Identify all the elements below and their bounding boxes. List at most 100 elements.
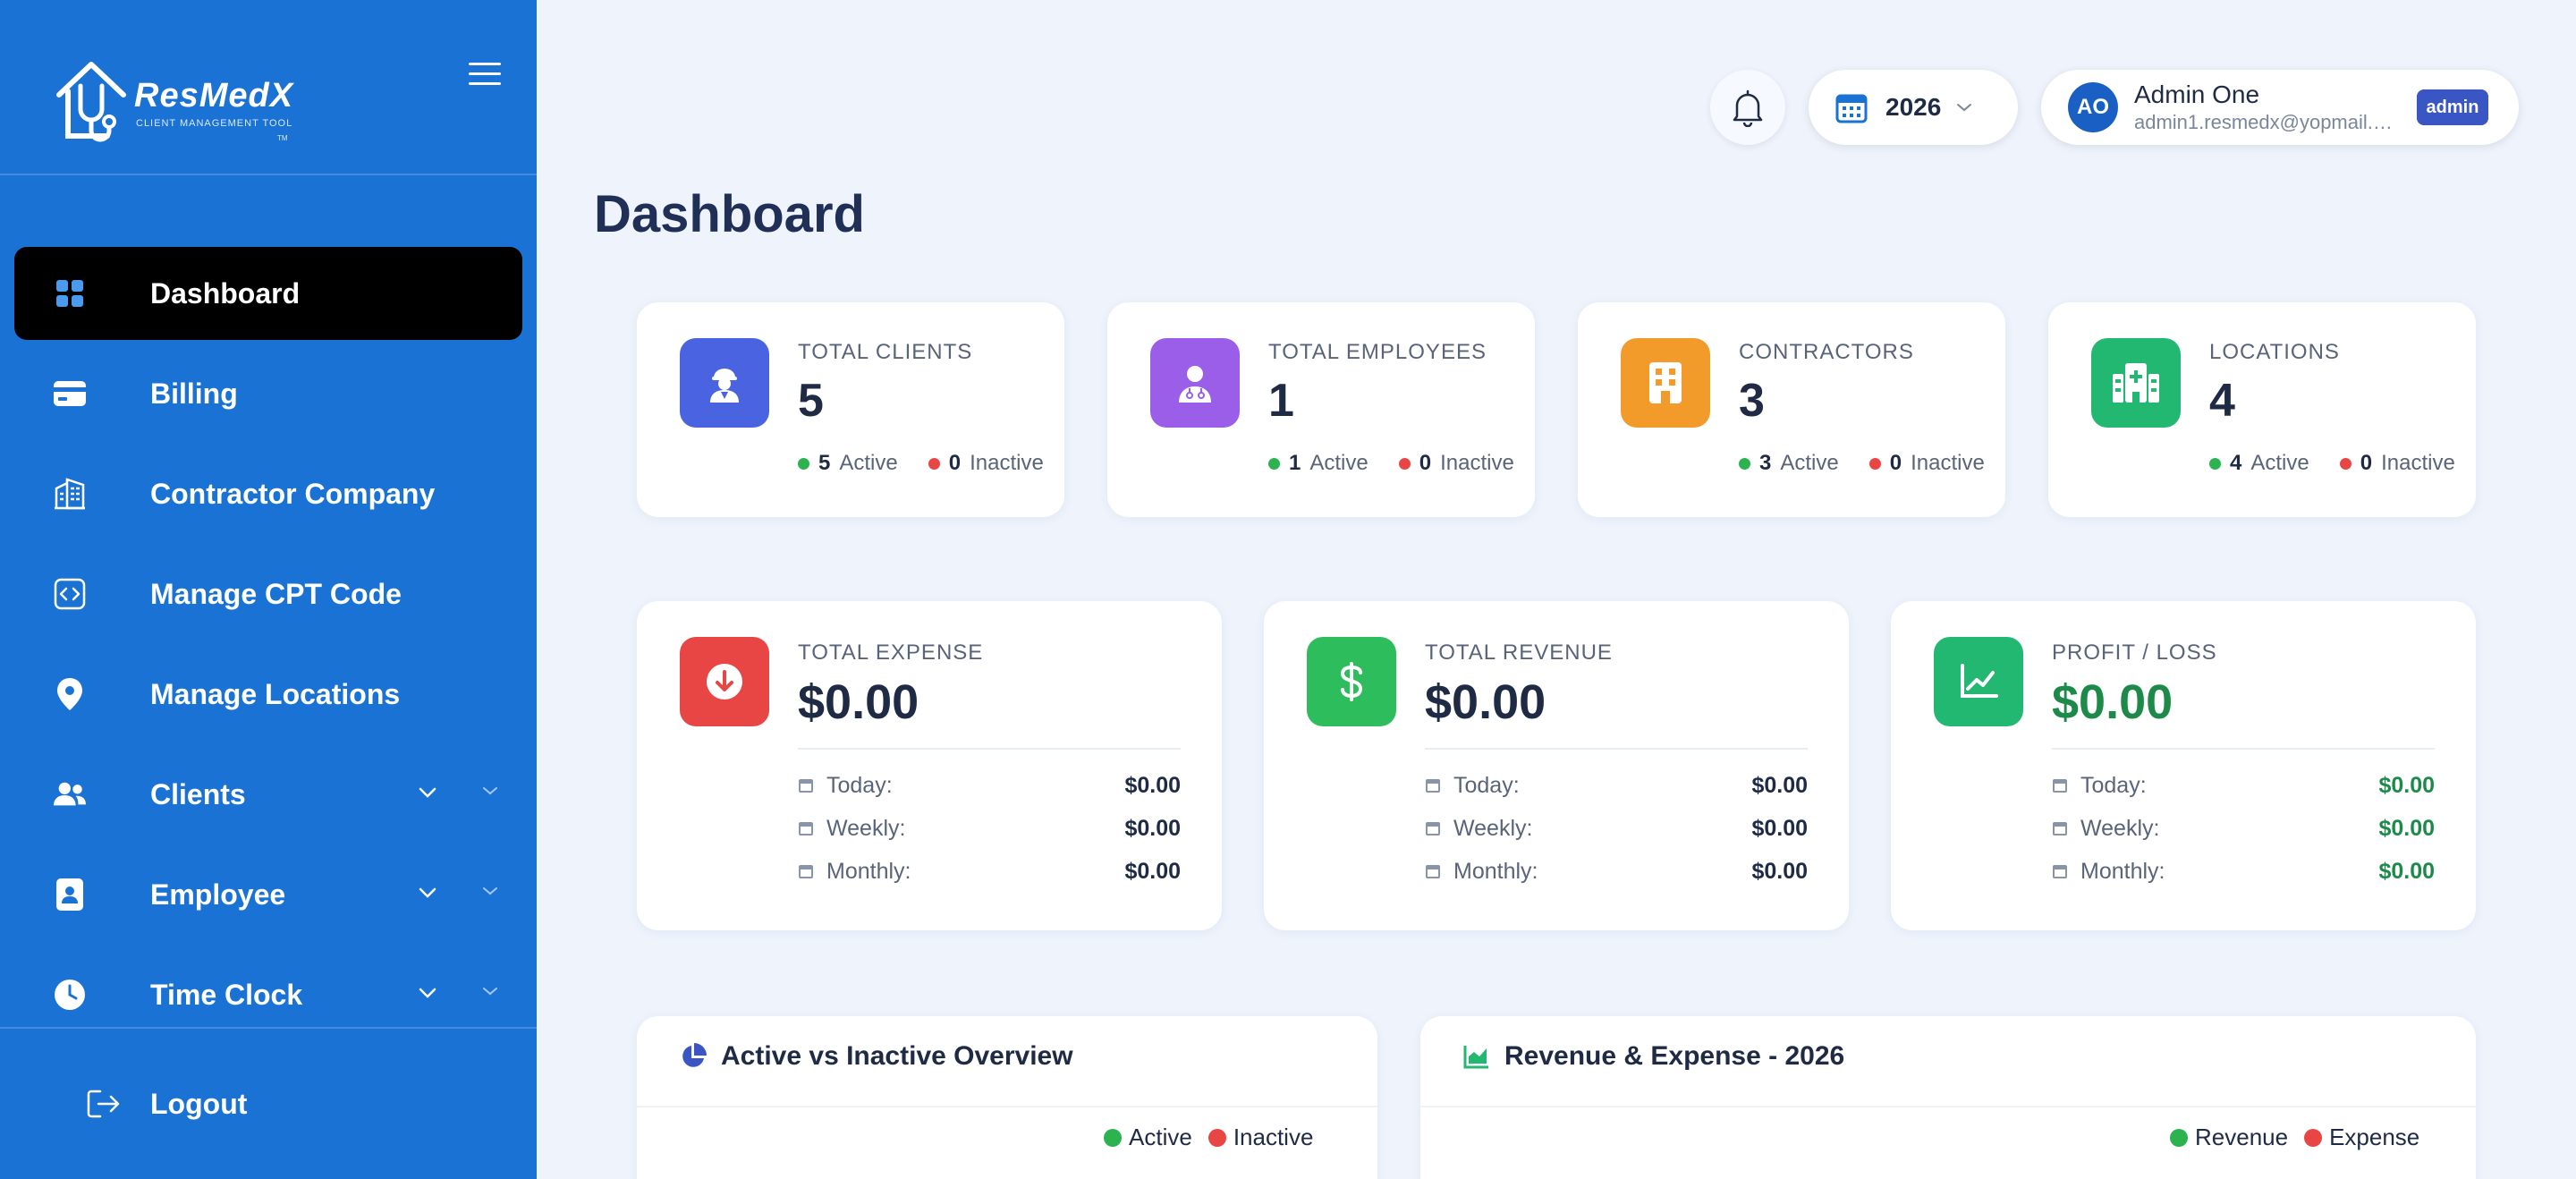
divider xyxy=(637,1106,1377,1107)
calendar-icon xyxy=(1426,822,1440,835)
finance-title: TOTAL REVENUE xyxy=(1425,640,1613,665)
row-label: Monthly: xyxy=(1453,858,1538,884)
finance-row-today: Today: $0.00 xyxy=(1425,768,1808,803)
row-amount: $0.00 xyxy=(1751,815,1808,841)
user-menu[interactable]: AO Admin One admin1.resmedx@yopmail.com … xyxy=(2041,70,2519,145)
menu-toggle-icon[interactable] xyxy=(469,63,501,88)
year-value: 2026 xyxy=(1885,93,1942,121)
calendar-icon xyxy=(799,779,813,793)
notifications-button[interactable] xyxy=(1710,70,1785,145)
inactive-count: 0 xyxy=(1419,451,1432,475)
calendar-icon xyxy=(799,865,813,878)
trademark-mark: TM xyxy=(277,134,288,142)
panel-title: Revenue & Expense - 2026 xyxy=(1504,1041,1845,1071)
divider xyxy=(2052,748,2435,750)
brand-name: ResMedX xyxy=(134,77,294,115)
finance-row-weekly: Weekly: $0.00 xyxy=(2052,810,2435,846)
legend-active-dot xyxy=(1104,1128,1122,1147)
finance-row-monthly: Monthly: $0.00 xyxy=(2052,853,2435,889)
profit-loss-card: PROFIT / LOSS $0.00 Today: $0.00 Weekly: $… xyxy=(1891,601,2476,930)
panel-header: Active vs Inactive Overview xyxy=(680,1041,1073,1072)
row-label: Today: xyxy=(2080,772,2147,798)
sidebar-item-billing[interactable]: Billing xyxy=(14,347,522,440)
building-icon xyxy=(1621,338,1710,428)
sidebar-item-clients[interactable]: Clients xyxy=(14,748,522,841)
sidebar-divider xyxy=(0,174,537,175)
logout-button[interactable]: Logout xyxy=(86,1079,444,1129)
row-amount: $0.00 xyxy=(1751,772,1808,798)
pie-chart-icon xyxy=(682,1043,707,1067)
row-label: Today: xyxy=(1453,772,1520,798)
stat-title: CONTRACTORS xyxy=(1739,340,1914,364)
divider xyxy=(1425,748,1808,750)
row-label: Weekly: xyxy=(2080,815,2160,841)
total-revenue-card: TOTAL REVENUE $0.00 Today: $0.00 Weekly: $… xyxy=(1264,601,1849,930)
role-badge: admin xyxy=(2417,89,2488,125)
active-dot xyxy=(798,457,809,470)
sidebar-item-employee[interactable]: Employee xyxy=(14,848,522,941)
active-label: Active xyxy=(839,451,898,475)
sidebar-item-manage-locations[interactable]: Manage Locations xyxy=(14,648,522,741)
stat-title: LOCATIONS xyxy=(2209,340,2340,364)
app-logo[interactable]: ResMedX CLIENT MANAGEMENT TOOL TM xyxy=(54,59,295,148)
revenue-expense-panel: Revenue & Expense - 2026 Revenue Expense xyxy=(1420,1016,2476,1179)
user-email: admin1.resmedx@yopmail.com xyxy=(2134,111,2394,133)
finance-value: $0.00 xyxy=(798,675,919,729)
total-clients-card: TOTAL CLIENTS 5 5 Active 0 Inactive xyxy=(637,302,1064,517)
row-label: Monthly: xyxy=(2080,858,2165,884)
contractors-card: CONTRACTORS 3 3 Active 0 Inactive xyxy=(1578,302,2005,517)
inactive-count: 0 xyxy=(2360,451,2373,475)
row-label: Weekly: xyxy=(1453,815,1533,841)
id-badge-icon xyxy=(54,878,86,911)
sidebar-item-contractor-company[interactable]: Contractor Company xyxy=(14,447,522,540)
panel-header: Revenue & Expense - 2026 xyxy=(1463,1041,1844,1072)
location-pin-icon xyxy=(54,678,86,710)
panel-title: Active vs Inactive Overview xyxy=(721,1041,1073,1071)
finance-title: PROFIT / LOSS xyxy=(2052,640,2217,665)
stat-title: TOTAL CLIENTS xyxy=(798,340,973,364)
finance-value: $0.00 xyxy=(1425,675,1546,729)
inactive-dot xyxy=(2339,457,2351,470)
row-label: Monthly: xyxy=(826,858,911,884)
calendar-icon xyxy=(799,822,813,835)
page-title: Dashboard xyxy=(594,185,865,243)
row-label: Weekly: xyxy=(826,815,906,841)
inactive-label: Inactive xyxy=(1440,451,1514,475)
row-amount: $0.00 xyxy=(2378,858,2435,884)
chevron-down-icon[interactable] xyxy=(415,880,440,905)
building-icon xyxy=(54,478,86,510)
code-icon xyxy=(54,578,86,610)
stat-breakdown: 5 Active 0 Inactive xyxy=(798,451,1044,476)
logout-label: Logout xyxy=(150,1087,248,1120)
legend-label[interactable]: Expense xyxy=(2329,1124,2419,1151)
active-label: Active xyxy=(2250,451,2309,475)
sidebar-item-label: Employee xyxy=(150,878,286,911)
user-name: Admin One xyxy=(2134,81,2260,108)
trend-chart-icon xyxy=(1934,637,2023,726)
legend-label[interactable]: Active xyxy=(1129,1124,1192,1151)
year-select[interactable]: 2026 xyxy=(1809,70,2018,145)
stat-value: 5 xyxy=(798,375,824,427)
hospital-icon xyxy=(2091,338,2181,428)
sidebar-item-dashboard[interactable]: Dashboard xyxy=(14,247,522,340)
chevron-down-icon xyxy=(1957,104,1971,112)
sidebar-item-label: Clients xyxy=(150,777,246,810)
sidebar-item-manage-cpt-code[interactable]: Manage CPT Code xyxy=(14,547,522,640)
row-amount: $0.00 xyxy=(1124,815,1181,841)
total-expense-card: TOTAL EXPENSE $0.00 Today: $0.00 Weekly: $… xyxy=(637,601,1222,930)
legend-label[interactable]: Inactive xyxy=(1233,1124,1314,1151)
finance-row-today: Today: $0.00 xyxy=(2052,768,2435,803)
calendar-icon xyxy=(2053,779,2067,793)
divider xyxy=(798,748,1181,750)
legend-label[interactable]: Revenue xyxy=(2195,1124,2288,1151)
active-label: Active xyxy=(1309,451,1368,475)
sidebar: ResMedX CLIENT MANAGEMENT TOOL TM Dashbo… xyxy=(0,0,537,1179)
chevron-down-icon[interactable] xyxy=(415,980,440,1005)
active-dot xyxy=(1268,457,1280,470)
brand-tagline: CLIENT MANAGEMENT TOOL xyxy=(136,118,293,129)
chevron-down-icon xyxy=(483,887,497,895)
row-label: Today: xyxy=(826,772,893,798)
active-count: 5 xyxy=(818,451,831,475)
inactive-dot xyxy=(1398,457,1411,470)
chevron-down-icon[interactable] xyxy=(415,780,440,805)
